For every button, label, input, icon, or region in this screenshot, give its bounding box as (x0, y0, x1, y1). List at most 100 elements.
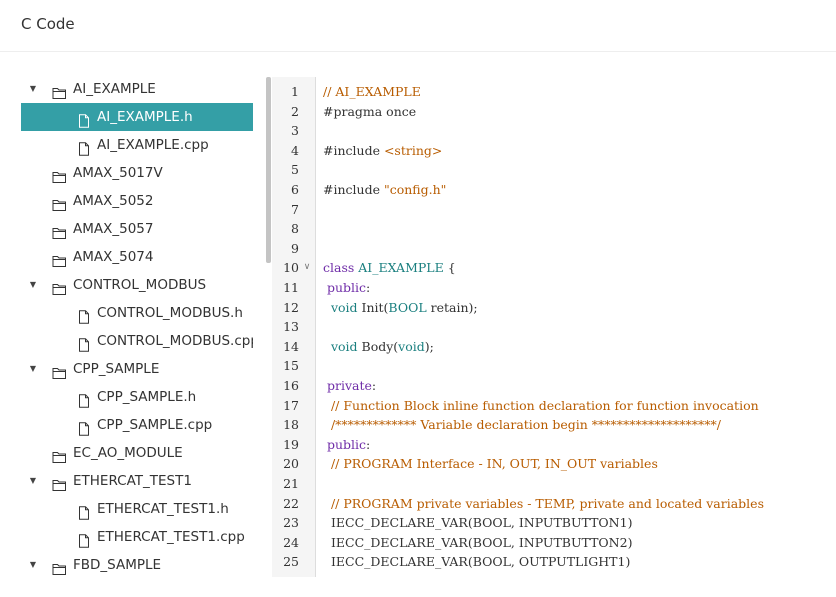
tree-file-ai-example-cpp[interactable]: AI_EXAMPLE.cpp (21, 131, 253, 159)
tree-folder-control-modbus[interactable]: ▼ CONTROL_MODBUS (21, 271, 253, 299)
code-line[interactable]: 10 ∨ class AI_EXAMPLE { (272, 258, 836, 278)
tree-file-ai-example-h[interactable]: AI_EXAMPLE.h (21, 103, 253, 131)
line-number: 3 (291, 123, 299, 139)
code-text: // PROGRAM Interface - IN, OUT, IN_OUT v… (323, 454, 658, 474)
line-number: 5 (291, 162, 299, 178)
code-line[interactable]: 9 (272, 239, 836, 259)
code-text: IECC_DECLARE_VAR(BOOL, OUTPUTLIGHT1) (323, 552, 630, 572)
caret-down-icon[interactable]: ▼ (27, 467, 39, 495)
code-line[interactable]: 20 // PROGRAM Interface - IN, OUT, IN_OU… (272, 454, 836, 474)
code-line[interactable]: 8 (272, 219, 836, 239)
code-line[interactable]: 23 IECC_DECLARE_VAR(BOOL, INPUTBUTTON1) (272, 513, 836, 533)
tree-item-label: ETHERCAT_TEST1.h (97, 501, 229, 517)
line-number: 14 (283, 338, 299, 354)
caret-down-icon[interactable]: ▼ (27, 75, 39, 103)
code-line[interactable]: 5 (272, 160, 836, 180)
line-number: 19 (283, 436, 299, 452)
tree-file-cpp-sample-cpp[interactable]: CPP_SAMPLE.cpp (21, 411, 253, 439)
code-text: // Function Block inline function declar… (323, 396, 759, 416)
tree-file-ethercat-test1-h[interactable]: ETHERCAT_TEST1.h (21, 495, 253, 523)
code-line[interactable]: 18 /************* Variable declaration b… (272, 415, 836, 435)
file-icon (78, 530, 90, 548)
code-line[interactable]: 6 #include "config.h" (272, 180, 836, 200)
code-token: { (443, 260, 456, 276)
tree-folder-amax-5052[interactable]: AMAX_5052 (21, 187, 253, 215)
tree-item-label: AMAX_5017V (73, 165, 163, 181)
tree-item-label: FBD_SAMPLE (73, 557, 162, 573)
code-line[interactable]: 14 void Body(void); (272, 337, 836, 357)
code-line[interactable]: 24 IECC_DECLARE_VAR(BOOL, INPUTBUTTON2) (272, 533, 836, 553)
code-line[interactable]: 15 (272, 356, 836, 376)
code-token: : (366, 280, 371, 295)
tree-file-control-modbus-cpp[interactable]: CONTROL_MODBUS.cpp (21, 327, 253, 355)
caret-down-icon[interactable]: ▼ (27, 551, 39, 577)
tree-folder-amax-5057[interactable]: AMAX_5057 (21, 215, 253, 243)
line-number: 17 (283, 397, 299, 413)
tree-folder-ec-ao-module[interactable]: EC_AO_MODULE (21, 439, 253, 467)
code-token: void (330, 299, 358, 315)
code-line[interactable]: 3 (272, 121, 836, 141)
code-token: /************* Variable declaration begi… (323, 417, 721, 433)
code-line[interactable]: 2 #pragma once (272, 102, 836, 122)
tree-item-label: AI_EXAMPLE.cpp (97, 137, 209, 153)
code-token: "config.h" (383, 182, 447, 197)
tree-folder-ethercat-test1[interactable]: ▼ ETHERCAT_TEST1 (21, 467, 253, 495)
code-line[interactable]: 16 private: (272, 376, 836, 396)
code-line[interactable]: 4 #include <string> (272, 141, 836, 161)
code-line[interactable]: 21 (272, 474, 836, 494)
code-text: class AI_EXAMPLE { (323, 258, 456, 278)
file-icon (78, 418, 90, 436)
code-line[interactable]: 25 IECC_DECLARE_VAR(BOOL, OUTPUTLIGHT1) (272, 552, 836, 572)
folder-icon (52, 82, 67, 99)
code-line[interactable]: 12 void Init(BOOL retain); (272, 298, 836, 318)
tree-item-label: AMAX_5052 (73, 193, 154, 209)
code-line[interactable]: 19 public: (272, 435, 836, 455)
fold-chevron-icon[interactable]: ∨ (302, 258, 312, 278)
code-line[interactable]: 7 (272, 200, 836, 220)
code-token: : (371, 378, 377, 393)
code-token: public (323, 280, 367, 295)
code-text: #pragma once (323, 102, 416, 122)
code-token: ); (424, 338, 434, 354)
tree-item-label: AMAX_5074 (73, 249, 154, 265)
tree-item-label: AI_EXAMPLE (73, 81, 156, 97)
page-title: C Code (21, 15, 75, 33)
code-token: AI_EXAMPLE (358, 260, 444, 276)
code-token: // AI_EXAMPLE (323, 84, 421, 99)
line-number: 7 (291, 201, 299, 217)
code-token: // PROGRAM Interface - IN, OUT, IN_OUT v… (323, 456, 658, 472)
code-line[interactable]: 13 (272, 317, 836, 337)
tree-folder-ai-example[interactable]: ▼ AI_EXAMPLE (21, 75, 253, 103)
code-text: IECC_DECLARE_VAR(BOOL, INPUTBUTTON1) (323, 513, 633, 533)
tree-file-cpp-sample-h[interactable]: CPP_SAMPLE.h (21, 383, 253, 411)
caret-down-icon[interactable]: ▼ (27, 271, 39, 299)
file-icon (78, 502, 90, 520)
line-number: 10 (283, 260, 299, 276)
code-line[interactable]: 22 // PROGRAM private variables - TEMP, … (272, 494, 836, 514)
tree-item-label: CONTROL_MODBUS.h (97, 305, 243, 321)
code-token: // PROGRAM private variables - TEMP, pri… (323, 495, 764, 511)
tree-file-control-modbus-h[interactable]: CONTROL_MODBUS.h (21, 299, 253, 327)
tree-folder-cpp-sample[interactable]: ▼ CPP_SAMPLE (21, 355, 253, 383)
code-editor[interactable]: 1 // AI_EXAMPLE 2 #pragma once 3 4 #include <s… (272, 77, 836, 577)
code-line[interactable]: 11 public: (272, 278, 836, 298)
tree-folder-amax-5017v[interactable]: AMAX_5017V (21, 159, 253, 187)
code-text: private: (323, 376, 376, 396)
code-token: // Function Block inline function declar… (323, 397, 759, 413)
code-line[interactable]: 17 // Function Block inline function dec… (272, 396, 836, 416)
tree-folder-fbd-sample[interactable]: ▼ FBD_SAMPLE (21, 551, 253, 577)
code-line[interactable]: 1 // AI_EXAMPLE (272, 82, 836, 102)
tree-file-ethercat-test1-cpp[interactable]: ETHERCAT_TEST1.cpp (21, 523, 253, 551)
code-token: IECC_DECLARE_VAR(BOOL, INPUTBUTTON1) (323, 515, 633, 531)
tree-folder-amax-5074[interactable]: AMAX_5074 (21, 243, 253, 271)
line-number: 4 (291, 142, 299, 158)
folder-icon (52, 222, 67, 239)
line-number: 9 (291, 240, 299, 256)
folder-icon (52, 194, 67, 211)
file-tree: ▼ AI_EXAMPLE AI_EXAMPLE.h AI_EXAMPLE.cpp AMA… (21, 75, 253, 577)
line-number: 8 (291, 221, 299, 237)
tree-item-label: CPP_SAMPLE.cpp (97, 417, 213, 433)
caret-down-icon[interactable]: ▼ (27, 355, 39, 383)
tree-item-label: CONTROL_MODBUS.cpp (97, 333, 253, 349)
tree-scrollbar[interactable] (266, 77, 271, 263)
